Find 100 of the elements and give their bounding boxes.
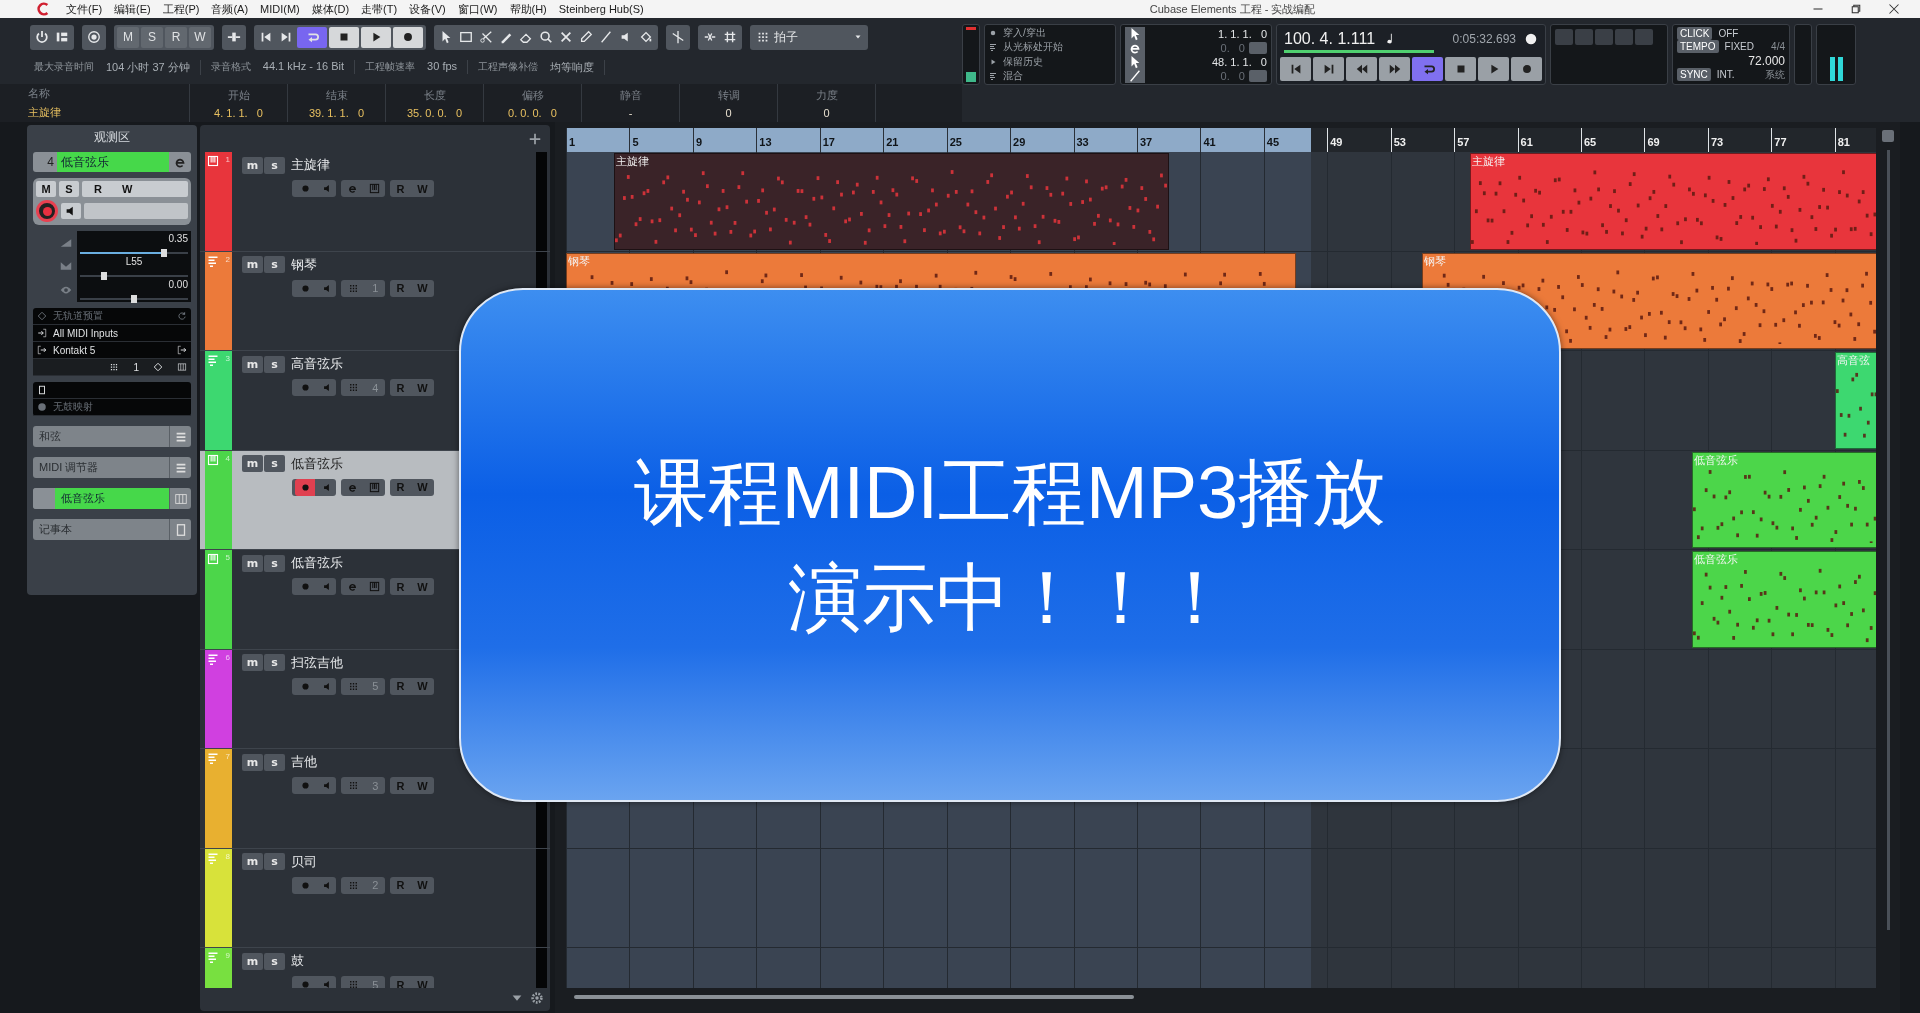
transport-button[interactable] xyxy=(1511,57,1542,81)
close-icon[interactable] xyxy=(1888,3,1900,15)
monitor-button[interactable] xyxy=(61,203,81,219)
record-option[interactable]: 从光标处开始 xyxy=(1003,40,1063,55)
menu-item[interactable]: 文件(F) xyxy=(60,1,109,17)
record-enable-button[interactable] xyxy=(295,478,316,496)
mute-button[interactable]: m xyxy=(242,554,263,572)
record-option[interactable]: 保留历史 xyxy=(1003,54,1043,69)
info-value[interactable]: 0. 0. 0. 0 xyxy=(508,106,557,119)
tempo-value[interactable]: 72.000 xyxy=(1677,53,1785,68)
mute-button[interactable]: M xyxy=(36,181,56,197)
state-button[interactable]: M xyxy=(117,26,139,48)
info-name[interactable]: 主旋律 xyxy=(28,105,61,120)
menu-item[interactable]: 走带(T) xyxy=(355,1,404,17)
restore-icon[interactable] xyxy=(1850,3,1862,15)
track-name[interactable]: 高音弦乐 xyxy=(291,355,343,373)
midi-part[interactable]: 主旋律 xyxy=(1470,153,1876,250)
menu-item[interactable]: 工程(P) xyxy=(156,1,206,17)
solo-button[interactable]: s xyxy=(264,853,285,870)
reset-icon[interactable] xyxy=(177,311,187,321)
transport-button[interactable] xyxy=(393,26,423,48)
mute-button[interactable]: m xyxy=(242,853,263,870)
state-button[interactable]: W xyxy=(189,26,211,48)
track-name[interactable]: 贝司 xyxy=(291,852,317,871)
track-header[interactable]: 9 m s 鼓 5 R W xyxy=(200,948,550,988)
range-icon[interactable] xyxy=(457,29,475,45)
menu-item[interactable]: 帮助(H) xyxy=(503,1,553,17)
position-display[interactable]: 100. 4. 1.111 xyxy=(1284,30,1376,49)
menu-item[interactable]: 设备(V) xyxy=(403,1,452,17)
punch-button[interactable] xyxy=(1125,69,1145,83)
track-header[interactable]: 8 m s 贝司 2 R W xyxy=(200,848,550,948)
solo-button[interactable]: s xyxy=(264,952,285,970)
inspector-track-name[interactable]: 低音弦乐 xyxy=(57,152,169,172)
tempo-button[interactable]: TEMPO xyxy=(1677,40,1719,54)
mute-button[interactable]: m xyxy=(242,952,263,970)
transport-button[interactable] xyxy=(1346,57,1377,81)
mute-button[interactable]: m xyxy=(242,355,263,373)
info-value[interactable]: 0 xyxy=(725,106,732,119)
midi-input[interactable]: All MIDI Inputs xyxy=(53,327,119,339)
left-locator[interactable]: 1. 1. 1. 0 xyxy=(1218,28,1267,40)
solo-button[interactable]: s xyxy=(264,654,285,671)
mute-button[interactable]: m xyxy=(242,753,263,771)
edit-icon[interactable] xyxy=(346,183,358,194)
clock-icon[interactable] xyxy=(1524,32,1538,47)
midi-output[interactable]: Kontakt 5 xyxy=(53,344,96,356)
solo-button[interactable]: S xyxy=(59,181,79,197)
edit-icon[interactable] xyxy=(346,581,358,592)
settings-icon[interactable] xyxy=(530,991,544,1005)
state-button[interactable]: S xyxy=(141,26,163,48)
track-name[interactable]: 低音弦乐 xyxy=(291,454,343,473)
solo-button[interactable]: s xyxy=(264,554,285,572)
record-enable-button[interactable] xyxy=(36,200,58,222)
solo-button[interactable]: s xyxy=(264,256,285,273)
track-name[interactable]: 吉他 xyxy=(291,753,317,771)
info-value[interactable]: 35. 0. 0. 0 xyxy=(406,106,462,119)
inspector-section[interactable]: 记事本 xyxy=(33,519,191,540)
horizontal-scrollbar[interactable] xyxy=(574,995,1134,999)
automation-button[interactable]: R W xyxy=(82,181,188,197)
vertical-scrollbar[interactable] xyxy=(1886,150,1890,930)
solo-button[interactable]: s xyxy=(264,753,285,771)
time-display[interactable]: 0:05:32.693 xyxy=(1452,32,1516,47)
inspector-section[interactable]: 低音弦乐 xyxy=(33,488,191,509)
right-offset[interactable]: 0. 0 xyxy=(1220,70,1245,82)
sync-button[interactable]: SYNC xyxy=(1677,68,1711,82)
option-icon[interactable] xyxy=(989,29,997,38)
left-offset[interactable]: 0. 0 xyxy=(1220,42,1245,54)
keyboard-icon[interactable] xyxy=(177,362,187,372)
menu-item[interactable]: 编辑(E) xyxy=(108,1,157,17)
menu-item[interactable]: 窗口(W) xyxy=(451,1,504,17)
info-value[interactable]: 39. 1. 1. 0 xyxy=(308,106,364,119)
mute-button[interactable]: m xyxy=(242,654,263,671)
mute-button[interactable]: m xyxy=(242,156,263,174)
inspector-section[interactable]: 和弦 xyxy=(33,426,191,447)
instrument-icon[interactable] xyxy=(368,481,380,493)
menu-item[interactable]: MIDI(M) xyxy=(254,3,306,15)
track-name[interactable]: 鼓 xyxy=(291,952,304,970)
right-locator[interactable]: 48. 1. 1. 0 xyxy=(1211,56,1267,68)
solo-button[interactable]: s xyxy=(264,156,285,174)
click-button[interactable]: CLICK xyxy=(1677,27,1713,41)
transport-button[interactable] xyxy=(1478,57,1509,81)
track-name[interactable]: 主旋律 xyxy=(291,156,330,174)
toggle-button[interactable] xyxy=(1249,42,1267,54)
info-value[interactable]: - xyxy=(628,106,633,119)
transport-button[interactable] xyxy=(1313,57,1344,81)
solo-button[interactable]: s xyxy=(264,355,285,373)
edit-button[interactable] xyxy=(169,152,191,172)
record-option[interactable]: 穿入/穿出 xyxy=(1003,26,1046,41)
track-preset[interactable]: 无轨道预置 xyxy=(53,309,103,323)
transport-button[interactable] xyxy=(361,26,391,48)
midi-channel[interactable]: 1 xyxy=(133,361,139,373)
grid-type-dropdown[interactable]: 拍子 xyxy=(750,24,868,50)
info-value[interactable]: 4. 1. 1. 0 xyxy=(214,106,263,119)
left-locator-button[interactable] xyxy=(1125,27,1145,41)
cycle-region[interactable] xyxy=(566,128,1312,152)
midi-part[interactable]: 主旋律 xyxy=(613,153,1169,250)
cycle-button[interactable] xyxy=(297,26,327,48)
zoom-icon[interactable] xyxy=(537,29,555,45)
option-icon[interactable] xyxy=(989,43,997,52)
inspector-section[interactable]: MIDI 调节器 xyxy=(33,457,191,478)
solo-button[interactable]: s xyxy=(264,455,285,472)
